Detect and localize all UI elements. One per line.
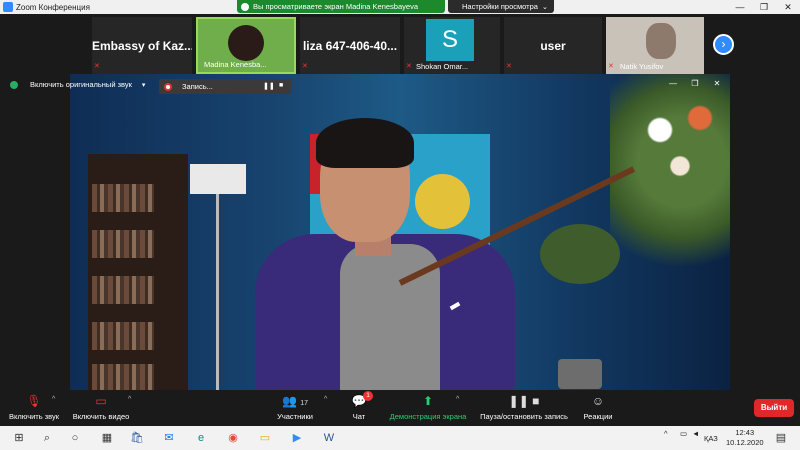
participant-video xyxy=(228,25,264,61)
leave-button[interactable]: Выйти xyxy=(754,399,794,417)
participant-avatar: S xyxy=(426,19,474,61)
shared-screen xyxy=(70,74,730,390)
mic-muted-icon: ✕ xyxy=(506,63,512,70)
chat-button[interactable]: 💬 1 Чат xyxy=(346,391,373,421)
participant-caption: Madina Kenesba... xyxy=(204,60,267,69)
lamp xyxy=(190,164,246,194)
mic-muted-icon: ✕ xyxy=(608,63,614,70)
maximize-button[interactable]: ❐ xyxy=(752,0,776,14)
clock[interactable]: 12:43 10.12.2020 xyxy=(726,428,764,448)
word-icon[interactable]: W xyxy=(322,431,336,445)
recording-indicator: Запись... ❚❚ ■ xyxy=(159,79,291,94)
pause-recording-button[interactable]: ❚❚ ■ Пауза/остановить запись xyxy=(476,392,572,421)
participant-name: user xyxy=(540,39,566,53)
windows-taskbar: ⊞ ⌕ ○ ▦ 🛍 ✉ e ◉ ▭ ▶ W ^ ▭ ◄ ҚАЗ 12:43 10… xyxy=(0,426,800,450)
record-icon xyxy=(164,82,172,91)
view-options-button[interactable]: Настройки просмотра ⌄ xyxy=(448,0,554,13)
next-page-arrow-icon[interactable]: › xyxy=(713,34,734,55)
chevron-down-icon: ⌄ xyxy=(541,3,548,11)
recording-label: Запись... xyxy=(182,82,213,91)
chrome-icon[interactable]: ◉ xyxy=(226,431,240,445)
participant-caption: Shokan Omar... xyxy=(416,62,469,71)
volume-icon[interactable]: ◄ xyxy=(692,429,699,438)
participants-icon: 👥 xyxy=(281,394,297,408)
check-icon xyxy=(10,80,18,89)
reactions-label: Реакции xyxy=(583,412,613,421)
stop-icon[interactable]: ■ xyxy=(279,82,283,89)
meeting-toolbar: 🎙 Включить звук ^ ▭ Включить видео ^ 👥 1… xyxy=(0,390,800,426)
clock-time: 12:43 xyxy=(735,428,755,437)
participant-tile[interactable]: Natik Yusifov ✕ xyxy=(606,17,704,74)
task-view-icon[interactable]: ○ xyxy=(68,431,82,445)
participant-name: liza 647-406-40... xyxy=(302,39,398,53)
store-icon[interactable]: 🛍 xyxy=(130,431,144,445)
bookshelf xyxy=(88,154,188,390)
original-sound-toggle[interactable]: Включить оригинальный звук ▾ xyxy=(10,80,145,89)
chevron-down-icon: ▾ xyxy=(141,81,146,89)
mail-icon[interactable]: ✉ xyxy=(162,431,176,445)
participants-label: Участники xyxy=(277,412,313,421)
participant-tile[interactable]: liza 647-406-40... ✕ xyxy=(300,17,400,74)
shield-icon xyxy=(241,2,249,11)
share-banner-text: Вы просматриваете экран Madina Kenesbaye… xyxy=(253,2,418,11)
unmute-label: Включить звук xyxy=(8,412,60,421)
network-icon[interactable]: ▭ xyxy=(680,429,687,438)
screen-share-banner: Вы просматриваете экран Madina Kenesbaye… xyxy=(237,0,445,13)
flowers xyxy=(630,94,730,214)
close-button[interactable]: ✕ xyxy=(776,0,800,14)
minimize-button[interactable]: — xyxy=(728,0,752,14)
restore-video-button[interactable]: ❐ xyxy=(688,79,702,89)
pause-icon[interactable]: ❚❚ xyxy=(263,82,275,90)
reactions-button[interactable]: ☺ Реакции xyxy=(580,392,616,421)
search-icon[interactable]: ⌕ xyxy=(40,431,54,445)
chat-label: Чат xyxy=(352,412,366,421)
share-screen-label: Демонстрация экрана xyxy=(389,412,467,421)
show-hidden-icon[interactable]: ^ xyxy=(664,429,668,438)
participant-name: Embassy of Kaz... xyxy=(92,39,192,53)
pause-recording-label: Пауза/остановить запись xyxy=(480,412,568,421)
reactions-icon: ☺ xyxy=(591,394,605,408)
chat-badge: 1 xyxy=(363,391,373,401)
mic-muted-icon: ✕ xyxy=(302,63,308,70)
bonsai-tree xyxy=(540,224,620,284)
view-options-label: Настройки просмотра xyxy=(462,2,538,11)
participant-caption: Natik Yusifov xyxy=(620,62,664,71)
close-video-button[interactable]: ✕ xyxy=(710,79,724,89)
zoom-icon[interactable]: ▶ xyxy=(290,431,304,445)
participants-options-caret[interactable]: ^ xyxy=(324,396,327,403)
participant-video xyxy=(646,23,676,59)
multitask-icon[interactable]: ▦ xyxy=(100,431,114,445)
participants-button[interactable]: 👥 17 Участники xyxy=(274,392,316,421)
participant-tile-active[interactable]: Madina Kenesba... xyxy=(196,17,296,74)
windows-start-icon[interactable]: ⊞ xyxy=(12,431,26,445)
start-video-label: Включить видео xyxy=(72,412,130,421)
video-options-caret[interactable]: ^ xyxy=(128,396,131,403)
mic-muted-icon: ✕ xyxy=(94,63,100,70)
zoom-app-icon xyxy=(3,2,13,12)
flag-sun xyxy=(415,174,470,229)
window-title: Zoom Конференция xyxy=(16,2,90,12)
pause-stop-icon: ❚❚ ■ xyxy=(508,394,540,408)
original-sound-label: Включить оригинальный звук xyxy=(30,80,132,89)
participant-tile[interactable]: Embassy of Kaz... ✕ xyxy=(92,17,192,74)
language-indicator[interactable]: ҚАЗ xyxy=(704,434,718,443)
notifications-icon[interactable]: ▤ xyxy=(774,431,788,445)
clock-date: 10.12.2020 xyxy=(726,438,764,447)
explorer-icon[interactable]: ▭ xyxy=(258,431,272,445)
start-video-button[interactable]: ▭ Включить видео xyxy=(70,392,132,421)
edge-icon[interactable]: e xyxy=(194,431,208,445)
audio-options-caret[interactable]: ^ xyxy=(52,396,55,403)
participant-strip: Embassy of Kaz... ✕ Madina Kenesba... li… xyxy=(0,14,800,74)
video-off-icon: ▭ xyxy=(95,394,107,408)
minimize-video-button[interactable]: — xyxy=(666,79,680,89)
participant-tile[interactable]: user ✕ xyxy=(504,17,602,74)
mic-muted-icon: ✕ xyxy=(406,63,412,70)
share-options-caret[interactable]: ^ xyxy=(456,396,459,403)
participants-count: 17 xyxy=(300,400,309,407)
